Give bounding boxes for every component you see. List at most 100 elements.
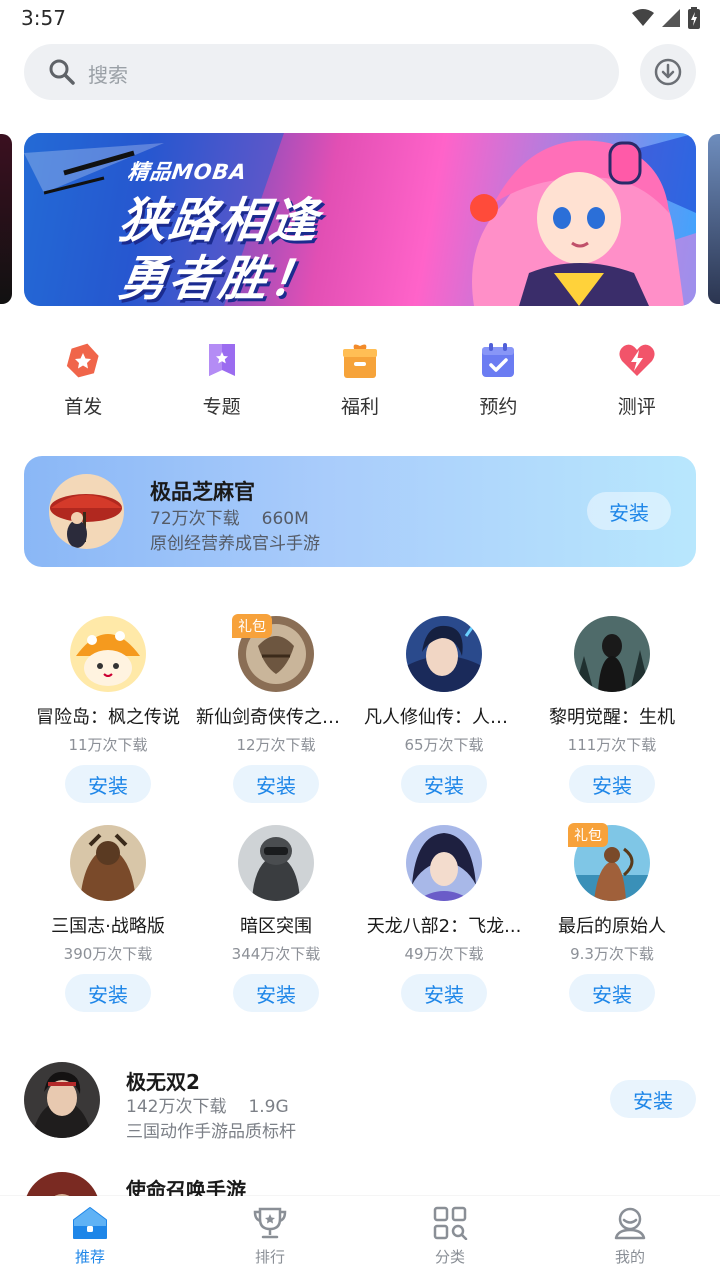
app-name: 暗区突围 [240,916,312,937]
banner-title-line2: 勇者胜！ [115,251,324,306]
featured-app-title: 极品芝麻官 [150,480,255,504]
quick-nav-topics[interactable]: 专题 [152,340,290,420]
app-desc: 三国动作手游品质标杆 [126,1122,296,1142]
app-downloads: 12万次下载 [236,736,316,754]
quick-nav-welfare[interactable]: 福利 [291,340,429,420]
app-icon [406,825,482,901]
app-grid: 冒险岛：枫之传说 11万次下载 安装 礼包 新仙剑奇侠传之挥... 12万次下载… [24,600,696,1018]
grid-app-card[interactable]: 天龙八部2：飞龙... 49万次下载 安装 [360,809,528,1018]
quick-nav-label: 首发 [64,396,103,418]
tab-ranking[interactable]: 排行 [180,1196,360,1280]
grid-app-card[interactable]: 黎明觉醒：生机 111万次下载 安装 [528,600,696,809]
app-name: 新仙剑奇侠传之挥... [196,707,356,728]
app-name: 凡人修仙传：人界篇 [364,707,524,728]
status-bar: 3:57 [0,0,720,36]
list-app-card[interactable]: 使命召唤手游 [24,1172,696,1196]
tab-label: 推荐 [74,1248,105,1266]
banner-next-peek[interactable] [708,134,720,304]
install-button[interactable]: 安装 [65,974,151,1012]
category-grid-icon [433,1206,468,1240]
app-size: 1.9G [248,1097,289,1117]
app-meta: 142万次下载 1.9G [126,1092,289,1117]
app-icon [406,616,482,692]
heart-bolt-icon [619,344,655,376]
featured-app-icon [49,474,124,549]
app-name: 黎明觉醒：生机 [549,707,675,728]
anime-girl-illustration [470,140,684,306]
app-icon [574,616,650,692]
star-badge-icon [67,343,99,378]
tab-mine[interactable]: 我的 [540,1196,720,1280]
calendar-check-icon [482,343,515,377]
app-downloads: 11万次下载 [68,736,148,754]
quick-nav: 首发 专题 福利 预约 测评 [14,340,706,420]
app-icon [70,616,146,692]
battery-icon [688,7,700,29]
install-button[interactable]: 安装 [569,765,655,803]
tab-label: 分类 [434,1248,465,1266]
tab-recommend[interactable]: 推荐 [0,1196,180,1280]
install-button[interactable]: 安装 [233,974,319,1012]
search-input[interactable]: 搜索 [24,44,619,100]
gift-badge: 礼包 [232,614,272,638]
tab-label: 我的 [614,1248,645,1266]
featured-app-downloads: 72万次下载 [150,509,240,529]
grid-app-card[interactable]: 礼包 最后的原始人 9.3万次下载 安装 [528,809,696,1018]
app-icon [24,1062,100,1138]
app-downloads: 9.3万次下载 [570,945,654,963]
quick-nav-label: 测评 [617,396,656,418]
grid-app-card[interactable]: 冒险岛：枫之传说 11万次下载 安装 [24,600,192,809]
tab-label: 排行 [254,1248,285,1266]
app-downloads: 111万次下载 [567,736,657,754]
signal-icon [662,9,680,27]
grid-app-card[interactable]: 暗区突围 344万次下载 安装 [192,809,360,1018]
install-button[interactable]: 安装 [233,765,319,803]
download-button[interactable] [640,44,696,100]
app-name: 天龙八部2：飞龙... [366,916,522,937]
gift-box-icon [342,344,377,378]
app-icon [238,825,314,901]
app-name: 三国志·战略版 [51,916,165,937]
install-button[interactable]: 安装 [65,765,151,803]
tab-category[interactable]: 分类 [360,1196,540,1280]
install-button[interactable]: 安装 [610,1080,696,1118]
grid-app-card[interactable]: 三国志·战略版 390万次下载 安装 [24,809,192,1018]
install-button[interactable]: 安装 [401,974,487,1012]
search-placeholder: 搜索 [88,63,128,87]
featured-app-card[interactable]: 极品芝麻官 72万次下载 660M 原创经营养成官斗手游 安装 [24,456,696,567]
app-title: 极无双2 [126,1070,200,1094]
app-downloads: 49万次下载 [404,945,484,963]
app-downloads: 65万次下载 [404,736,484,754]
app-icon [24,1172,100,1196]
app-downloads: 142万次下载 [126,1097,227,1117]
app-name: 冒险岛：枫之传说 [36,707,180,728]
profile-icon [614,1207,646,1240]
banner-prev-peek[interactable] [0,134,12,304]
promo-banner[interactable]: 精品MOBA 狭路相逢 勇者胜！ [24,133,696,306]
trophy-icon [253,1207,287,1239]
app-name: 最后的原始人 [558,916,666,937]
featured-install-button[interactable]: 安装 [587,492,671,530]
wifi-icon [632,9,654,26]
install-button[interactable]: 安装 [401,765,487,803]
app-downloads: 344万次下载 [231,945,321,963]
quick-nav-label: 预约 [479,396,518,418]
app-icon [70,825,146,901]
status-icons [632,7,700,29]
quick-nav-reserve[interactable]: 预约 [429,340,567,420]
grid-app-card[interactable]: 凡人修仙传：人界篇 65万次下载 安装 [360,600,528,809]
quick-nav-first-release[interactable]: 首发 [14,340,152,420]
quick-nav-review[interactable]: 测评 [568,340,706,420]
install-button[interactable]: 安装 [569,974,655,1012]
quick-nav-label: 福利 [340,396,379,418]
featured-app-meta: 72万次下载 660M [150,504,309,529]
bookmark-icon [208,344,235,376]
home-icon [73,1207,107,1239]
featured-app-desc: 原创经营养成官斗手游 [150,534,320,554]
search-icon [49,59,75,85]
bottom-nav: 推荐 排行 分类 我的 [0,1196,720,1280]
status-time: 3:57 [21,6,66,30]
grid-app-card[interactable]: 礼包 新仙剑奇侠传之挥... 12万次下载 安装 [192,600,360,809]
gift-badge: 礼包 [568,823,608,847]
list-app-card[interactable]: 极无双2 142万次下载 1.9G 三国动作手游品质标杆 安装 [24,1062,696,1152]
